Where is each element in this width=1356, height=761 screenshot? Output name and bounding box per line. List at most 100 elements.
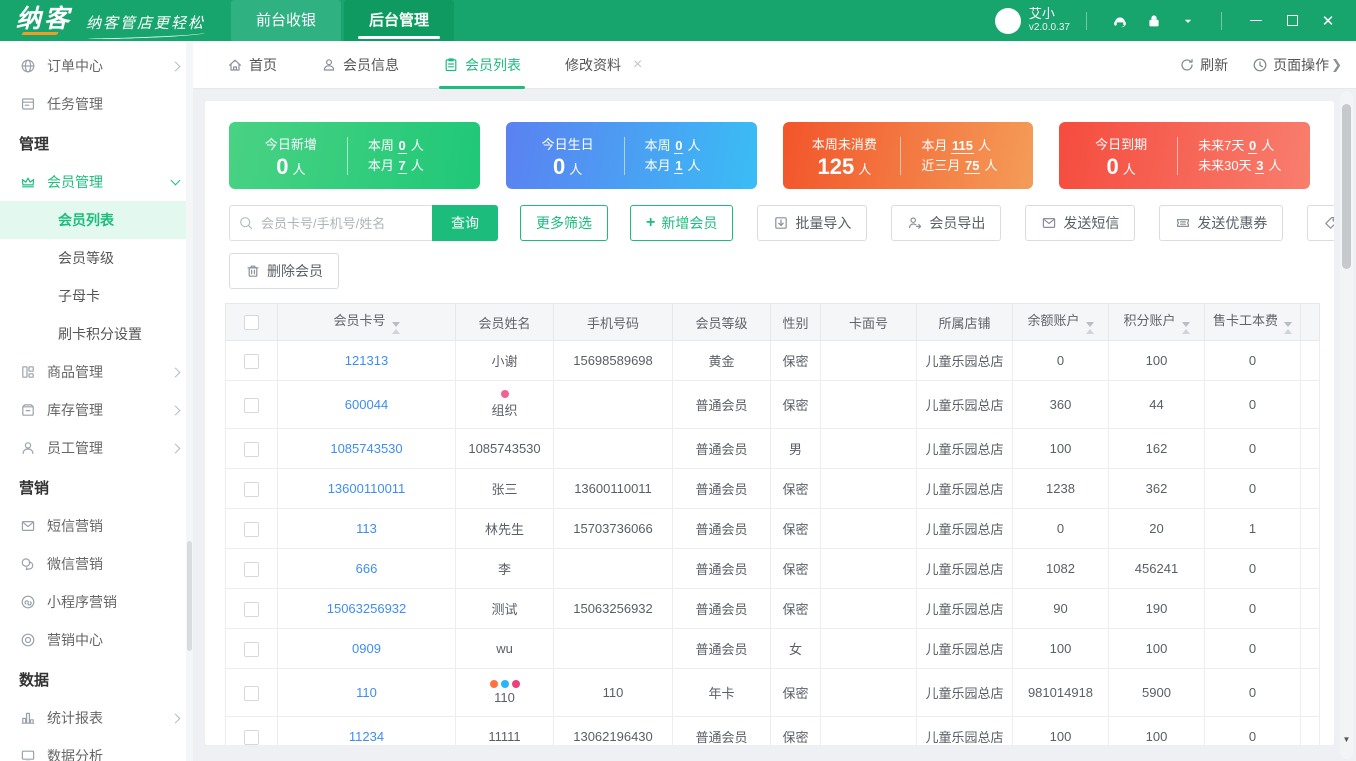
member-card-link[interactable]: 11234 — [349, 729, 384, 744]
lock-button[interactable] — [1137, 0, 1171, 41]
member-phone: 13062196430 — [553, 716, 673, 745]
sidebar-item-小程序营销[interactable]: 小程序营销 — [0, 583, 193, 621]
tab-close-icon[interactable]: × — [633, 56, 642, 74]
sidebar-item-营销中心[interactable]: 营销中心 — [0, 621, 193, 659]
header-手机号码[interactable]: 手机号码 — [553, 303, 673, 341]
header-余额账户[interactable]: 余额账户 — [1012, 303, 1109, 341]
toolbar-button-批量导入[interactable]: 批量导入 — [757, 205, 868, 241]
sidebar-item-会员管理[interactable]: 会员管理 — [0, 163, 193, 201]
member-points: 100 — [1108, 340, 1205, 381]
header-会员姓名[interactable]: 会员姓名 — [455, 303, 554, 341]
row-checkbox[interactable] — [244, 641, 259, 657]
row-checkbox[interactable] — [244, 481, 259, 497]
member-store: 儿童乐园总店 — [916, 380, 1013, 429]
toolbar-button-新增会员[interactable]: + 新增会员 — [630, 205, 734, 241]
member-name: wu — [496, 641, 513, 656]
main-scrollbar-thumb[interactable] — [1342, 104, 1351, 269]
member-card-link[interactable]: 600044 — [345, 397, 388, 412]
sidebar-scrollbar[interactable] — [186, 41, 193, 761]
globe-icon — [20, 58, 36, 74]
row-checkbox[interactable] — [244, 685, 259, 701]
sidebar-item-商品管理[interactable]: 商品管理 — [0, 353, 193, 391]
sidebar-item-员工管理[interactable]: 员工管理 — [0, 429, 193, 467]
stat-card-今日新增[interactable]: 今日新增 0 人本周 0 人本月 7人 — [229, 122, 480, 189]
row-checkbox[interactable] — [244, 521, 259, 537]
sidebar-item-任务管理[interactable]: 任务管理 — [0, 85, 193, 123]
wechat-icon — [20, 556, 36, 572]
page-tab-会员列表[interactable]: 会员列表 — [439, 41, 525, 89]
search-button[interactable]: 查询 — [432, 205, 498, 241]
toolbar-button-发送短信[interactable]: 发送短信 — [1025, 205, 1136, 241]
page-tab-修改资料[interactable]: 修改资料 × — [565, 41, 642, 89]
stat-detail-value: 3 — [1255, 157, 1265, 174]
sort-icon[interactable] — [391, 322, 400, 334]
page-tab-会员信息[interactable]: 会员信息 — [321, 41, 399, 89]
sidebar-subitem-刷卡积分设置[interactable]: 刷卡积分设置 — [0, 315, 193, 353]
download-button[interactable] — [1171, 0, 1205, 41]
stat-card-今日生日[interactable]: 今日生日 0 人本周 0 人本月 1人 — [505, 122, 757, 189]
sidebar-item-库存管理[interactable]: 库存管理 — [0, 391, 193, 429]
avatar[interactable] — [994, 7, 1021, 34]
stat-card-本周未消费[interactable]: 本周未消费 125 人本月 115 人近三月 75 人 — [782, 122, 1034, 189]
sidebar-subitem-子母卡[interactable]: 子母卡 — [0, 277, 193, 315]
page-tab-首页[interactable]: 首页 — [227, 41, 277, 89]
toolbar-button-会员导出[interactable]: 会员导出 — [891, 205, 1002, 241]
sort-icon[interactable] — [1181, 322, 1190, 334]
row-checkbox[interactable] — [244, 601, 259, 617]
sidebar-subitem-会员等级[interactable]: 会员等级 — [0, 239, 193, 277]
main-scrollbar[interactable]: ▼ — [1340, 91, 1353, 759]
maximize-button[interactable] — [1274, 0, 1310, 41]
member-card-link[interactable]: 666 — [356, 561, 378, 576]
toolbar-button-发送优惠券[interactable]: 发送优惠券 — [1159, 205, 1284, 241]
header-所属店铺[interactable]: 所属店铺 — [916, 303, 1013, 341]
member-card-link[interactable]: 13600110011 — [328, 481, 406, 496]
column-label: 会员卡号 — [333, 313, 386, 328]
sidebar-subitem-会员列表[interactable]: 会员列表 — [0, 201, 193, 239]
header-积分账户[interactable]: 积分账户 — [1108, 303, 1205, 341]
support-button[interactable] — [1103, 0, 1137, 41]
member-card-link[interactable]: 113 — [356, 521, 377, 536]
action-刷新[interactable]: 刷新 — [1179, 55, 1228, 75]
tabbar-more-chevron[interactable]: ❯ — [1331, 57, 1342, 73]
sidebar-scrollbar-thumb[interactable] — [187, 541, 192, 651]
search-input[interactable] — [229, 205, 432, 241]
sidebar-item-微信营销[interactable]: 微信营销 — [0, 545, 193, 583]
sidebar-item-统计报表[interactable]: 统计报表 — [0, 699, 193, 737]
filler-cell — [1300, 380, 1320, 429]
row-checkbox[interactable] — [244, 397, 259, 413]
row-checkbox[interactable] — [244, 561, 259, 577]
toolbar-button-删除会员[interactable]: 删除会员 — [229, 253, 339, 289]
sidebar-item-数据分析[interactable]: 数据分析 — [0, 737, 193, 761]
toolbar-button-更多筛选[interactable]: 更多筛选 — [520, 205, 608, 241]
row-checkbox[interactable] — [244, 729, 259, 745]
close-button[interactable]: ✕ — [1310, 0, 1346, 41]
header-会员卡号[interactable]: 会员卡号 — [277, 303, 456, 341]
header-会员等级[interactable]: 会员等级 — [672, 303, 771, 341]
header-售卡工本费[interactable]: 售卡工本费 — [1204, 303, 1301, 341]
member-card-link[interactable]: 110 — [356, 685, 377, 700]
sidebar-item-短信营销[interactable]: 短信营销 — [0, 507, 193, 545]
action-页面操作[interactable]: 页面操作 — [1252, 55, 1329, 75]
select-all-checkbox[interactable] — [244, 315, 259, 331]
headset-icon — [1112, 13, 1128, 29]
header-卡面号[interactable]: 卡面号 — [820, 303, 917, 341]
row-checkbox[interactable] — [244, 353, 259, 369]
stat-card-value: 0人 — [276, 153, 306, 179]
minimize-button[interactable] — [1238, 0, 1274, 41]
page-tab-label: 修改资料 — [565, 57, 621, 73]
stat-card-今日到期[interactable]: 今日到期 0 人未来7天 0 人未来30天 3人 — [1059, 122, 1310, 189]
member-card-link[interactable]: 0909 — [352, 641, 381, 656]
mode-tab-后台管理[interactable]: 后台管理 — [344, 0, 455, 41]
scroll-down-arrow[interactable]: ▼ — [1340, 735, 1353, 744]
mode-tab-前台收银[interactable]: 前台收银 — [231, 0, 342, 41]
row-checkbox[interactable] — [244, 441, 259, 457]
header-性别[interactable]: 性别 — [770, 303, 821, 341]
member-card-link[interactable]: 1085743530 — [330, 441, 402, 456]
toolbar-button-会员标签[interactable]: 会员标签 — [1307, 205, 1334, 241]
member-card-link[interactable]: 15063256932 — [327, 601, 407, 616]
sidebar-item-订单中心[interactable]: 订单中心 — [0, 47, 193, 85]
sort-icon[interactable] — [1284, 322, 1292, 334]
member-card-link[interactable]: 121313 — [345, 353, 388, 368]
sidebar-section-label: 营销 — [19, 479, 50, 497]
sort-icon[interactable] — [1085, 322, 1094, 334]
